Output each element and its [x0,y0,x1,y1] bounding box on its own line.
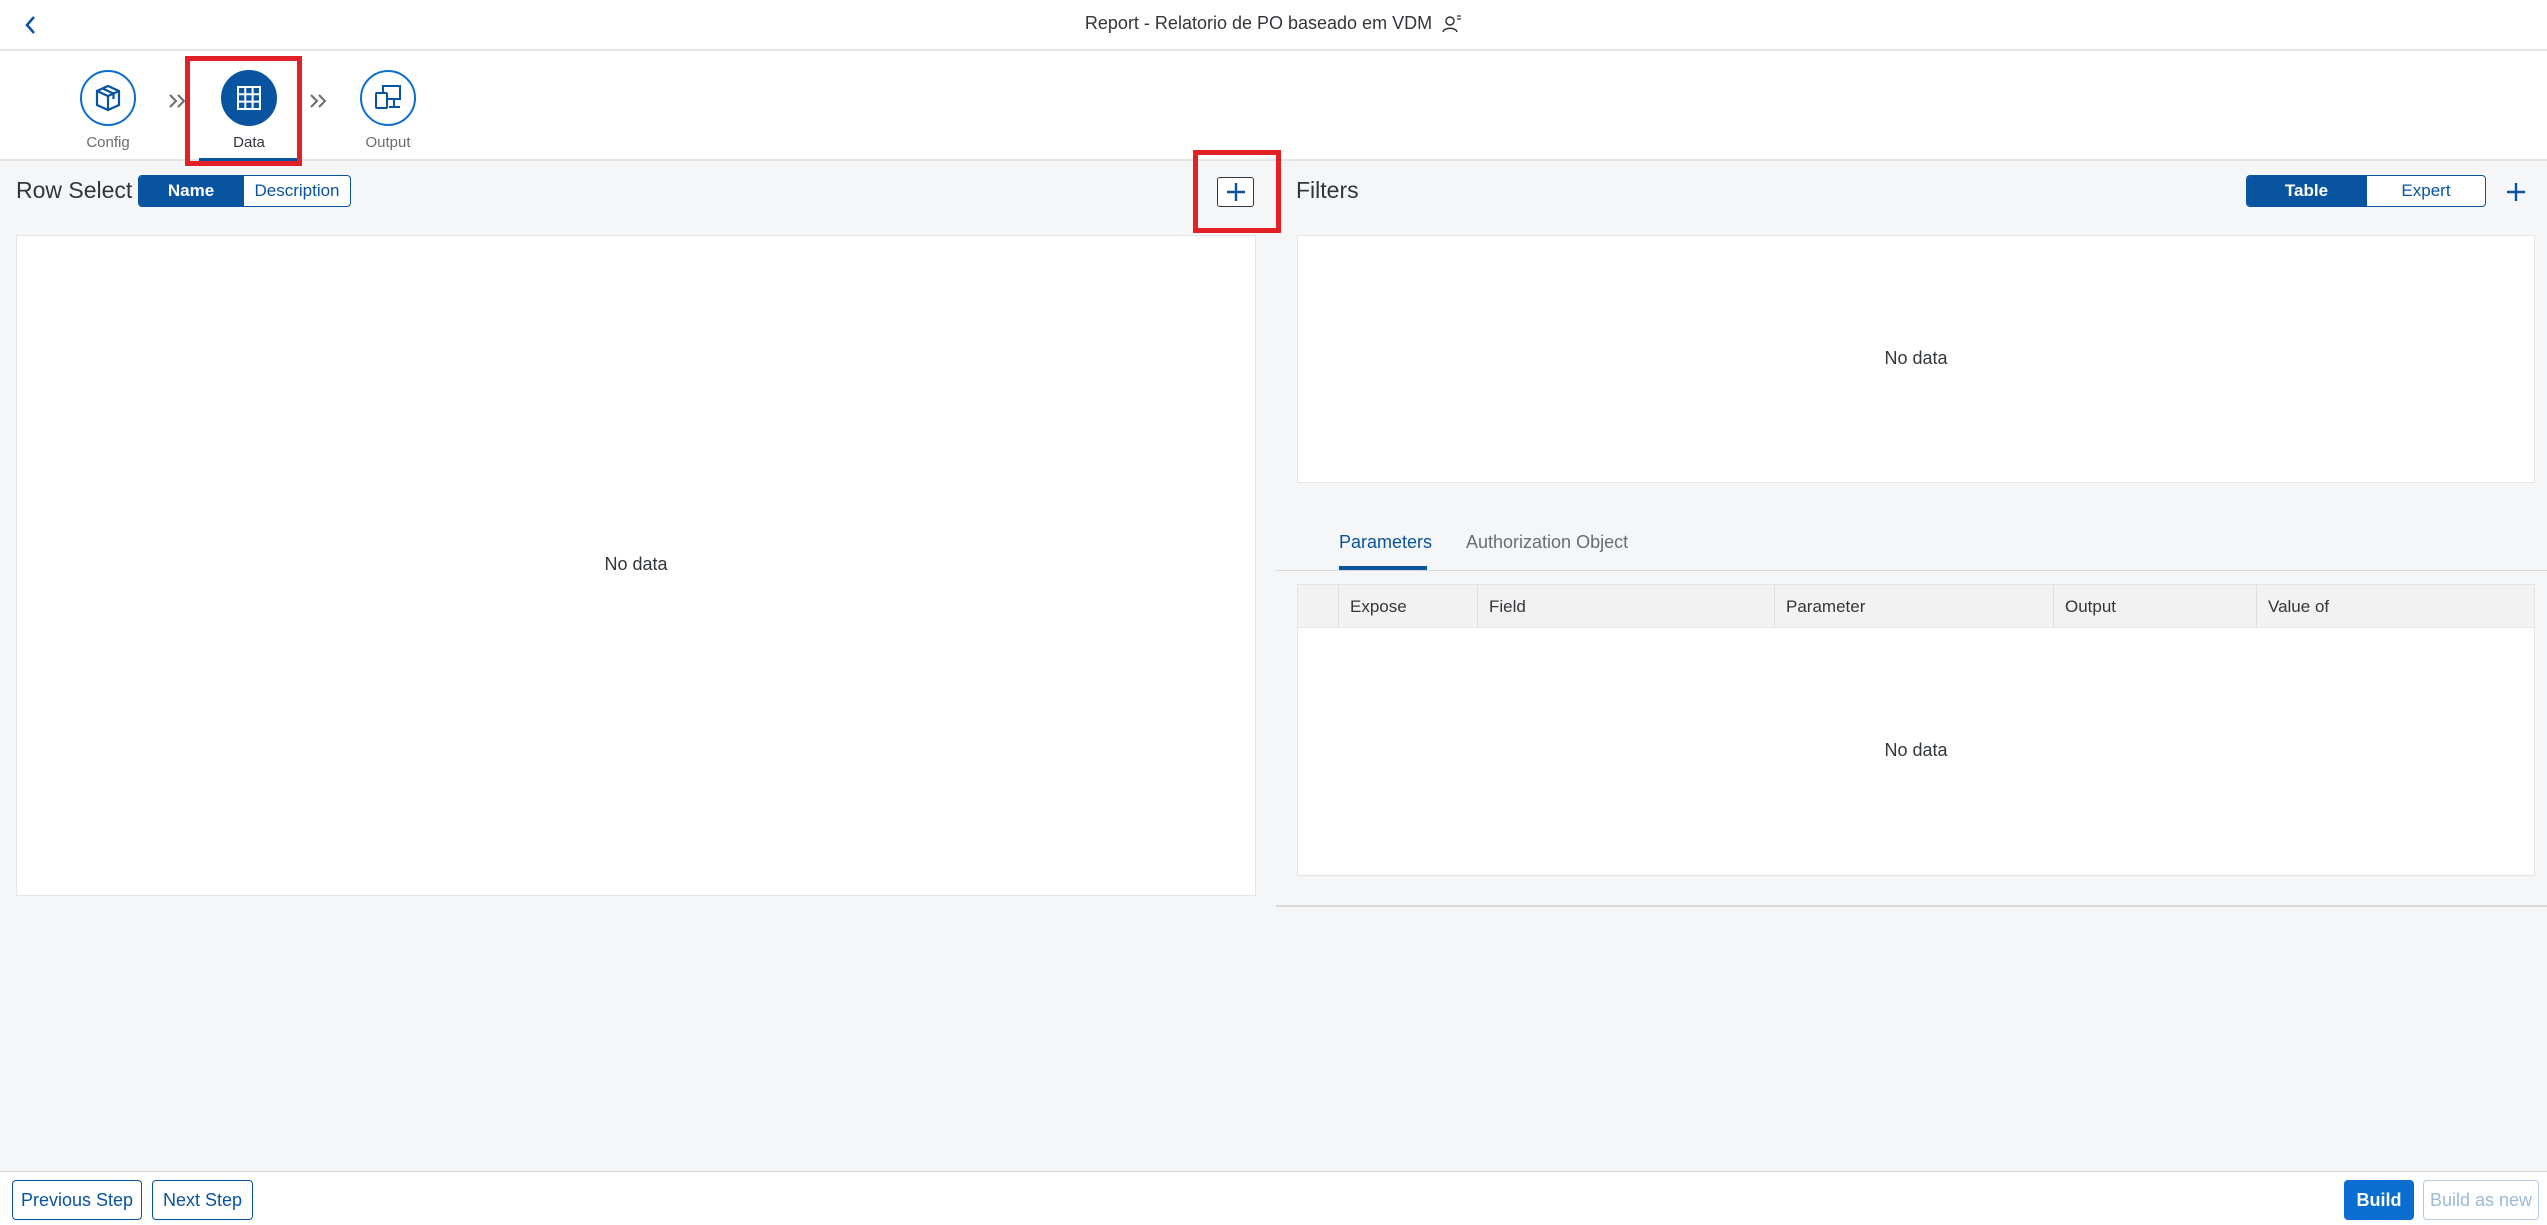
step-circle [360,70,416,126]
table-header: Expose Field Parameter Output Value of [1298,585,2534,628]
column-header-output[interactable]: Output [2053,585,2256,628]
step-label: Config [86,134,130,151]
toggle-expert-button[interactable]: Expert [2366,176,2485,206]
user-settings-icon[interactable] [1442,14,1462,34]
column-header-value-of[interactable]: Value of [2256,585,2536,628]
step-label: Output [365,134,411,151]
parameters-table: Expose Field Parameter Output Value of N… [1297,584,2535,876]
add-icon [2507,183,2525,201]
page-title: Report - Relatorio de PO baseado em VDM [1084,13,1433,33]
empty-state-text: No data [1884,740,1948,760]
add-row-button[interactable] [1217,177,1254,207]
app-title-container: Report - Relatorio de PO baseado em VDM [0,13,2547,34]
double-chevron-right-icon [163,86,193,116]
wizard-step-output[interactable]: Output [333,70,443,151]
step-label: Data [233,134,265,151]
active-step-indicator [199,158,299,162]
build-button[interactable]: Build [2344,1180,2414,1220]
add-icon [1226,183,1245,201]
build-as-new-button[interactable]: Build as new [2423,1180,2539,1220]
column-header-field[interactable]: Field [1477,585,1774,628]
toggle-name-button[interactable]: Name [139,176,243,206]
toggle-table-button[interactable]: Table [2247,176,2366,206]
filters-mode-toggle: Table Expert [2246,175,2486,207]
step-circle [80,70,136,126]
column-header-expose[interactable]: Expose [1338,585,1477,628]
row-select-list: No data [16,235,1256,896]
tab-authorization-object[interactable]: Authorization Object [1466,532,1628,553]
row-select-title: Row Select [16,177,133,203]
grid-icon [237,86,261,110]
active-tab-indicator [1339,566,1427,570]
package-icon [95,84,121,112]
double-chevron-right-icon [304,86,334,116]
toggle-description-button[interactable]: Description [243,176,350,206]
empty-state-text: No data [1884,348,1948,368]
devices-icon [375,85,401,109]
add-filter-button[interactable] [2500,176,2532,208]
next-step-button[interactable]: Next Step [152,1180,253,1220]
wizard-step-config[interactable]: Config [53,70,163,151]
filters-title: Filters [1296,177,1359,203]
previous-step-button[interactable]: Previous Step [12,1180,142,1220]
filters-list: No data [1297,235,2535,483]
wizard-step-data[interactable]: Data [194,70,304,151]
empty-state-text: No data [604,554,668,574]
section-divider [1276,905,2547,907]
shell-bar: Report - Relatorio de PO baseado em VDM [0,0,2547,51]
row-select-toggle: Name Description [138,175,351,207]
tab-bar-divider [1276,570,2547,571]
select-column-header [1298,585,1338,628]
footer-toolbar: Previous Step Next Step Build Build as n… [0,1171,2547,1225]
wizard-progress: Config Data Output [0,51,2547,162]
step-circle [221,70,277,126]
column-header-parameter[interactable]: Parameter [1774,585,2053,628]
tab-parameters[interactable]: Parameters [1339,532,1432,553]
